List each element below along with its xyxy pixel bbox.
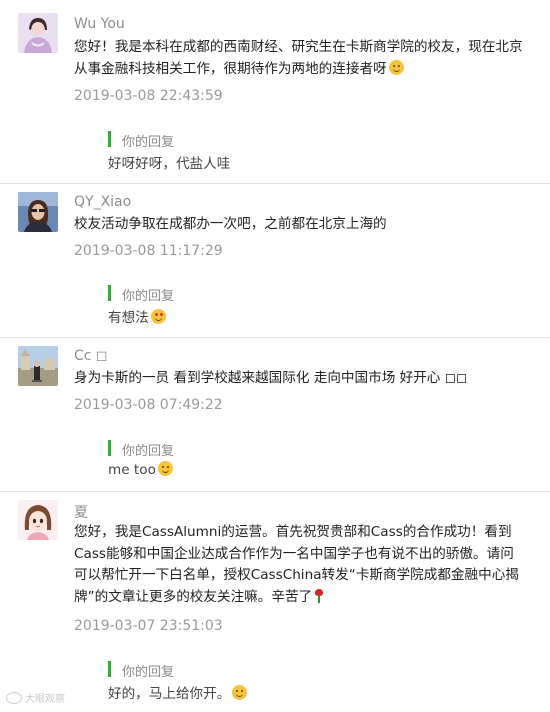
divider <box>0 491 550 492</box>
avatar[interactable] <box>18 192 58 232</box>
watermark: 大眼观察 <box>6 690 65 705</box>
avatar[interactable] <box>18 346 58 386</box>
avatar[interactable] <box>18 500 58 540</box>
reply-label: 你的回复 <box>122 444 175 459</box>
comment-timestamp: 2019-03-08 07:49:22 <box>74 397 223 413</box>
reply-label: 你的回复 <box>122 289 175 304</box>
comment-text: 身为卡斯的一员 看到学校越来越国际化 走向中国市场 好开心 ◻◻ <box>74 370 468 386</box>
reply-text: 有想法 <box>108 306 166 326</box>
comment-timestamp: 2019-03-08 11:17:29 <box>74 243 223 259</box>
reply-indicator <box>108 131 111 147</box>
commenter-name: 夏 <box>74 505 88 521</box>
reply-text: 好的，马上给你开。 <box>108 682 248 702</box>
weibo-icon <box>6 692 22 704</box>
smile-emoji-icon <box>388 59 404 75</box>
reply-label: 你的回复 <box>122 135 175 150</box>
comment-text: 您好，我是CassAlumni的运营。首先祝贺贵部和Cass的合作成功！看到Ca… <box>74 524 519 605</box>
reply-label: 你的回复 <box>122 665 175 680</box>
heart-eyes-emoji-icon <box>150 309 166 324</box>
smile-emoji-icon <box>157 461 173 476</box>
comment-text: 您好！我是本科在成都的西南财经、研究生在卡斯商学院的校友，现在北京从事金融科技相… <box>74 39 523 77</box>
reply-text: me too <box>108 461 173 478</box>
avatar[interactable] <box>18 13 58 53</box>
comment-text: 校友活动争取在成都办一次吧，之前都在北京上海的 <box>74 216 387 232</box>
commenter-name: Cc ◻ <box>74 348 108 364</box>
rose-icon <box>314 588 324 603</box>
reply-indicator <box>108 440 111 456</box>
divider <box>0 337 550 338</box>
reply-text: 好呀好呀，代盐人哇 <box>108 156 231 172</box>
comment-timestamp: 2019-03-08 22:43:59 <box>74 88 223 104</box>
commenter-name: Wu You <box>74 16 125 32</box>
reply-indicator <box>108 661 111 677</box>
comment-timestamp: 2019-03-07 23:51:03 <box>74 618 223 634</box>
thinking-emoji-icon <box>232 685 248 700</box>
commenter-name: QY_Xiao <box>74 194 132 210</box>
reply-indicator <box>108 285 111 301</box>
divider <box>0 183 550 184</box>
